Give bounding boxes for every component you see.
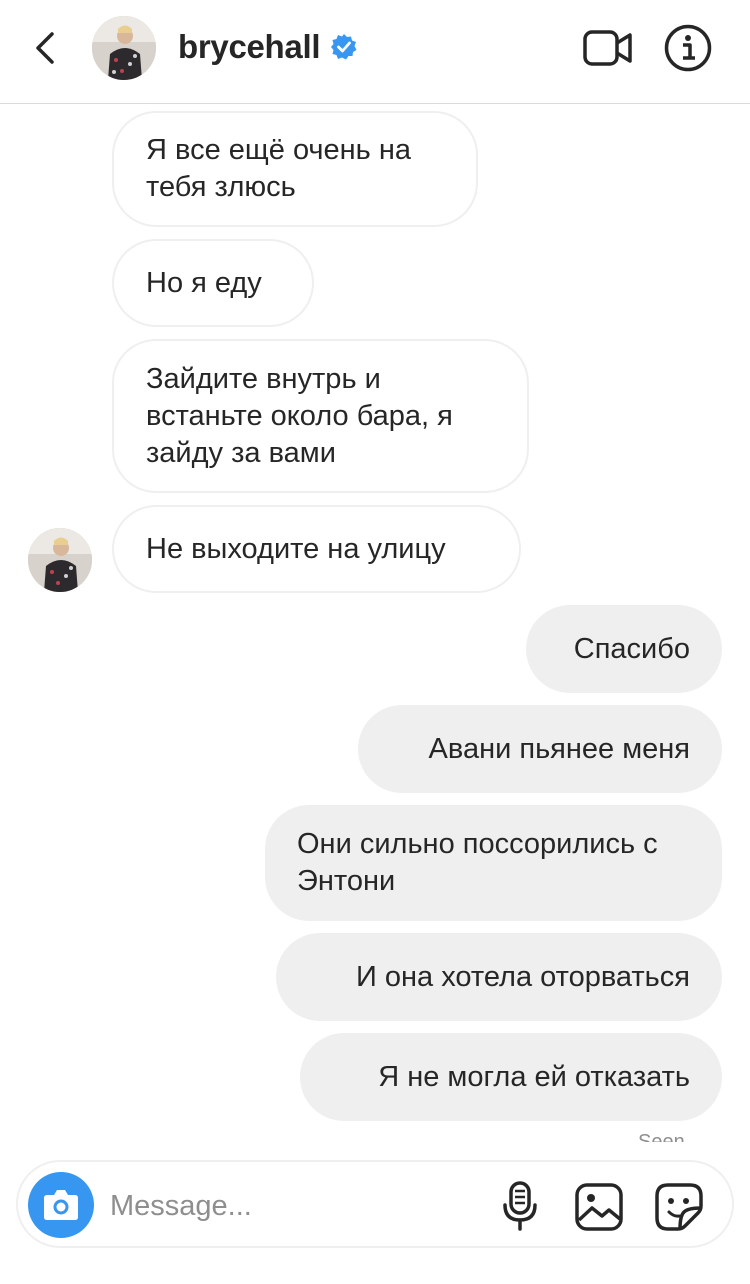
back-chevron-icon[interactable] (28, 28, 64, 68)
info-icon[interactable] (664, 24, 712, 72)
message-bubble-incoming[interactable]: Я все ещё очень на тебя злюсь (112, 111, 478, 227)
seen-status: Seen (638, 1131, 685, 1142)
video-call-icon[interactable] (583, 28, 633, 68)
microphone-icon[interactable] (500, 1180, 540, 1232)
verified-badge-icon (330, 33, 358, 61)
sticker-icon[interactable] (654, 1182, 704, 1232)
message-composer (16, 1160, 734, 1248)
message-bubble-incoming[interactable]: Зайдите внутрь и встаньте около бара, я … (112, 339, 529, 493)
sender-avatar[interactable] (28, 528, 92, 592)
camera-icon[interactable] (28, 1172, 94, 1238)
message-bubble-outgoing[interactable]: Авани пьянее меня (358, 705, 722, 793)
message-bubble-outgoing[interactable]: Они сильно поссорились с Энтони (265, 805, 722, 921)
message-bubble-outgoing[interactable]: Я не могла ей отказать (300, 1033, 722, 1121)
message-bubble-incoming[interactable]: Но я еду (112, 239, 314, 327)
chat-username[interactable]: brycehall (178, 28, 321, 66)
message-bubble-outgoing[interactable]: Спасибо (526, 605, 722, 693)
message-bubble-outgoing[interactable]: И она хотела оторваться (276, 933, 722, 1021)
message-bubble-incoming[interactable]: Не выходите на улицу (112, 505, 521, 593)
gallery-icon[interactable] (574, 1182, 624, 1232)
message-input[interactable] (110, 1184, 490, 1228)
avatar[interactable] (92, 16, 156, 80)
chat-header: brycehall (0, 0, 750, 104)
